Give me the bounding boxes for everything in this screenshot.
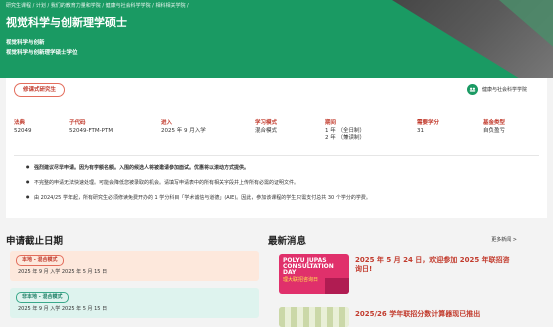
info-fund-type: 基金类型 自负盈亏: [483, 118, 533, 142]
deadline-pill[interactable]: 本地 - 混合模式: [16, 255, 64, 266]
info-value: 52049-FTM-PTM: [69, 128, 114, 134]
info-label: 基金类型: [483, 120, 506, 126]
info-value-2: 2 年 （兼读制）: [325, 135, 365, 141]
note-item: 由 2024/25 学年起，所有研究生必须修读免费开办的 1 学分科目「学术诚信…: [26, 194, 536, 201]
news-image-pattern: [279, 307, 349, 327]
programme-type-tag[interactable]: 修课式研究生: [14, 83, 66, 97]
faculty-link[interactable]: 健康与社会科学学院: [466, 84, 527, 95]
faculty-icon: [466, 84, 478, 95]
info-value: 混合模式: [255, 128, 278, 134]
deadline-card-nonlocal: 非本地 - 混合模式 2025 年 9 月 入学 2025 年 5 月 15 日: [10, 288, 259, 318]
divider: [14, 155, 539, 156]
programme-info-row: 法典 52049 子代码 52049-FTM-PTM 进入 2025 年 9 月…: [14, 118, 539, 142]
info-credits: 需要学分 31: [417, 118, 483, 142]
news-image-2[interactable]: [279, 307, 349, 327]
deadline-card-local: 本地 - 混合模式 2025 年 9 月 入学 2025 年 5 月 15 日: [10, 251, 259, 281]
deadline-text: 2025 年 9 月 入学 2025 年 5 月 15 日: [18, 269, 108, 275]
news-image-graphic: [325, 278, 349, 294]
award-title: 视觉科学与创新理学硕士学位: [6, 50, 78, 56]
news-heading: 最新消息: [268, 236, 307, 247]
info-subcode: 子代码 52049-FTM-PTM: [69, 118, 161, 142]
news-image-subtext: 理大联招咨询日: [283, 277, 319, 283]
info-value: 52049: [14, 128, 32, 134]
info-label: 期间: [325, 120, 337, 126]
deadline-text: 2025 年 9 月 入学 2025 年 5 月 15 日: [18, 306, 108, 312]
info-label: 学习模式: [255, 120, 278, 126]
info-value: 1 年 （全日制）: [325, 128, 365, 134]
news-headline[interactable]: 2025/26 学年联招分数计算器现已推出: [355, 310, 515, 319]
info-duration: 期间 1 年 （全日制） 2 年 （兼读制）: [325, 118, 417, 142]
hero-banner: 研究生课程 / 计划 / 我们的教育力量和学院 / 健康与社会科学学院 / 相科…: [0, 0, 553, 78]
note-item: 强烈建议尽早申请。因为有学额名额。入围的候选人将被邀请参加面试。优惠将以滚动方式…: [26, 164, 536, 171]
info-label: 进入: [161, 120, 173, 126]
notes-list: 强烈建议尽早申请。因为有学额名额。入围的候选人将被邀请参加面试。优惠将以滚动方式…: [26, 164, 536, 209]
news-image-1[interactable]: POLYU JUPAS CONSULTATION DAY 理大联招咨询日: [279, 254, 349, 294]
info-value: 自负盈亏: [483, 128, 506, 134]
info-label: 子代码: [69, 120, 86, 126]
news-headline[interactable]: 2025 年 5 月 24 日，欢迎参加 2025 年联招咨询日!: [355, 256, 515, 274]
deadline-pill[interactable]: 非本地 - 混合模式: [16, 292, 69, 303]
page-title: 视觉科学与创新理学硕士: [6, 16, 127, 29]
info-entry: 进入 2025 年 9 月入学: [161, 118, 255, 142]
info-code: 法典 52049: [14, 118, 69, 142]
info-label: 需要学分: [417, 120, 440, 126]
programme-info-card: 修课式研究生 健康与社会科学学院 法典 52049 子代码 52049-FTM-…: [6, 78, 547, 218]
info-value: 2025 年 9 月入学: [161, 128, 206, 134]
more-news-link[interactable]: 更多新闻 >: [491, 236, 517, 243]
breadcrumb[interactable]: 研究生课程 / 计划 / 我们的教育力量和学院 / 健康与社会科学学院 / 相科…: [6, 2, 189, 9]
deadline-heading: 申请截止日期: [6, 236, 64, 247]
news-image-text: POLYU JUPAS CONSULTATION DAY: [283, 257, 334, 276]
programme-subtitle: 视觉科学与创新: [6, 40, 45, 46]
note-item: 不完整的申请无法快速处理。可能会降低您被录取的机会。请填写申请表中的所有相关字段…: [26, 179, 536, 186]
info-value: 31: [417, 128, 424, 134]
info-study-mode: 学习模式 混合模式: [255, 118, 325, 142]
info-label: 法典: [14, 120, 26, 126]
faculty-label: 健康与社会科学学院: [481, 87, 527, 93]
